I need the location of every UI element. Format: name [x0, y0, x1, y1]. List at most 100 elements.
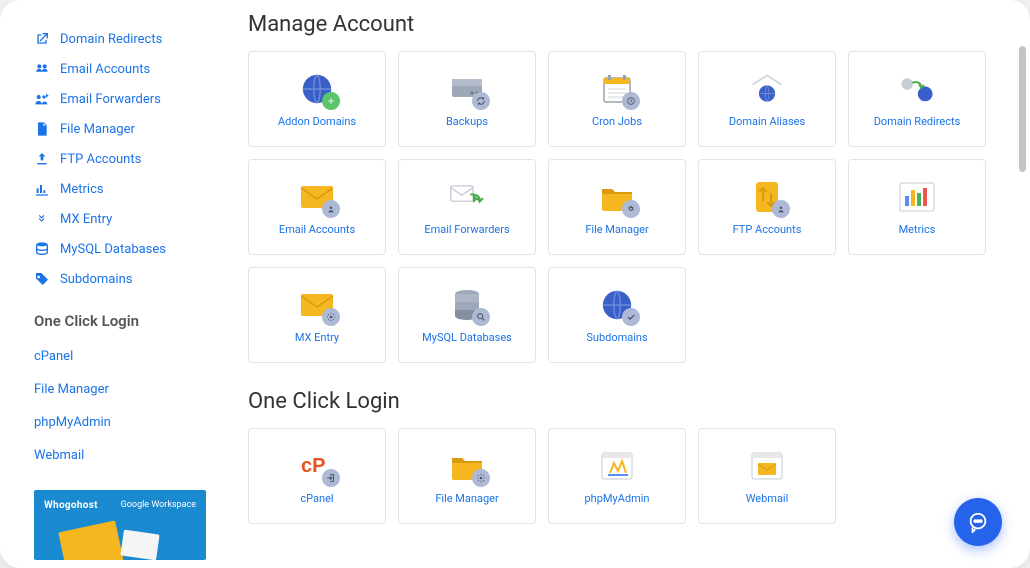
sidebar-item-label: FTP Accounts [60, 152, 141, 167]
card-label: FTP Accounts [733, 223, 802, 236]
card-label: Subdomains [586, 331, 647, 344]
plus-badge-icon [322, 92, 340, 110]
promo-brand: Whogohost [44, 500, 98, 511]
card-webmail[interactable]: Webmail [698, 428, 836, 524]
gear-badge-icon [472, 469, 490, 487]
section-title-one-click-login: One Click Login [248, 389, 1006, 414]
file-icon [34, 121, 50, 137]
redirect-icon [34, 31, 50, 47]
chart-icon [34, 181, 50, 197]
forward-icon [34, 91, 50, 107]
phpmyadmin-icon [599, 448, 635, 484]
sidebar-item-mx-entry[interactable]: MX Entry [34, 204, 206, 234]
envelope-icon [120, 530, 159, 560]
sidebar-item-email-accounts[interactable]: Email Accounts [34, 54, 206, 84]
server-icon [449, 71, 485, 107]
sidebar: Domain Redirects Email Accounts Email Fo… [0, 0, 224, 568]
mx-entry-icon [299, 287, 335, 323]
cpanel-icon: cP [299, 448, 335, 484]
one-click-login-grid: cP cPanel File Manager phpM [248, 428, 1006, 524]
card-label: File Manager [435, 492, 498, 505]
scrollbar-thumb[interactable] [1019, 46, 1026, 172]
card-email-accounts[interactable]: Email Accounts [248, 159, 386, 255]
promo-banner[interactable]: Whogohost Google Workspace [34, 490, 206, 560]
users-icon [34, 61, 50, 77]
svg-text:cP: cP [301, 455, 325, 477]
sidebar-ocl-webmail[interactable]: Webmail [34, 439, 206, 472]
domain-redirect-icon [899, 71, 935, 107]
subdomain-icon [599, 287, 635, 323]
sidebar-item-email-forwarders[interactable]: Email Forwarders [34, 84, 206, 114]
sidebar-item-metrics[interactable]: Metrics [34, 174, 206, 204]
card-metrics[interactable]: Metrics [848, 159, 986, 255]
domain-alias-icon [749, 71, 785, 107]
folder-icon [449, 448, 485, 484]
sidebar-item-subdomains[interactable]: Subdomains [34, 264, 206, 294]
globe-icon [299, 71, 335, 107]
card-cron-jobs[interactable]: Cron Jobs [548, 51, 686, 147]
card-ftp-accounts[interactable]: FTP Accounts [698, 159, 836, 255]
sidebar-item-label: Email Forwarders [60, 92, 161, 107]
card-label: MySQL Databases [422, 331, 512, 344]
sidebar-item-label: MX Entry [60, 212, 112, 227]
sidebar-item-label: File Manager [60, 122, 135, 137]
tag-icon [34, 271, 50, 287]
envelope-icon [58, 520, 123, 560]
card-file-manager[interactable]: File Manager [548, 159, 686, 255]
promo-partner: Google Workspace [121, 500, 196, 510]
card-label: Cron Jobs [592, 115, 642, 128]
card-addon-domains[interactable]: Addon Domains [248, 51, 386, 147]
manage-account-grid: Addon Domains Backups Cron Jobs [248, 51, 1006, 363]
chat-fab-button[interactable] [954, 498, 1002, 546]
card-backups[interactable]: Backups [398, 51, 536, 147]
sidebar-item-mysql[interactable]: MySQL Databases [34, 234, 206, 264]
sidebar-item-ftp-accounts[interactable]: FTP Accounts [34, 144, 206, 174]
card-phpmyadmin[interactable]: phpMyAdmin [548, 428, 686, 524]
database-icon [449, 287, 485, 323]
folder-icon [599, 179, 635, 215]
card-label: Email Forwarders [424, 223, 509, 236]
card-label: File Manager [585, 223, 648, 236]
card-email-forwarders[interactable]: Email Forwarders [398, 159, 536, 255]
sidebar-ocl-cpanel[interactable]: cPanel [34, 340, 206, 373]
card-label: Addon Domains [278, 115, 356, 128]
sidebar-item-label: MySQL Databases [60, 242, 166, 257]
sidebar-ocl-phpmyadmin[interactable]: phpMyAdmin [34, 406, 206, 439]
mx-icon [34, 211, 50, 227]
check-badge-icon [622, 308, 640, 326]
envelope-icon [299, 179, 335, 215]
section-title-manage-account: Manage Account [248, 12, 1006, 37]
upload-icon [34, 151, 50, 167]
main-content: Manage Account Addon Domains Backups [224, 0, 1030, 568]
card-label: MX Entry [295, 331, 339, 344]
card-domain-aliases[interactable]: Domain Aliases [698, 51, 836, 147]
user-badge-icon [322, 200, 340, 218]
card-label: Metrics [899, 223, 936, 236]
user-badge-icon [772, 200, 790, 218]
card-mysql-databases[interactable]: MySQL Databases [398, 267, 536, 363]
card-mx-entry[interactable]: MX Entry [248, 267, 386, 363]
sidebar-ocl-file-manager[interactable]: File Manager [34, 373, 206, 406]
card-label: Domain Aliases [729, 115, 805, 128]
sidebar-item-domain-redirects[interactable]: Domain Redirects [34, 24, 206, 54]
sidebar-item-label: Subdomains [60, 272, 132, 287]
metrics-icon [899, 179, 935, 215]
refresh-badge-icon [472, 92, 490, 110]
card-label: Backups [446, 115, 488, 128]
card-cpanel[interactable]: cP cPanel [248, 428, 386, 524]
webmail-icon [749, 448, 785, 484]
sidebar-item-file-manager[interactable]: File Manager [34, 114, 206, 144]
search-badge-icon [472, 308, 490, 326]
card-domain-redirects[interactable]: Domain Redirects [848, 51, 986, 147]
card-label: Webmail [746, 492, 789, 505]
email-forward-icon [449, 179, 485, 215]
card-subdomains[interactable]: Subdomains [548, 267, 686, 363]
gear-badge-icon [622, 200, 640, 218]
db-icon [34, 241, 50, 257]
card-ocl-file-manager[interactable]: File Manager [398, 428, 536, 524]
sidebar-item-label: Metrics [60, 182, 104, 197]
chat-icon [967, 511, 989, 533]
ftp-icon [749, 179, 785, 215]
sidebar-section-one-click-login: One Click Login [34, 312, 206, 330]
sidebar-item-label: Email Accounts [60, 62, 150, 77]
